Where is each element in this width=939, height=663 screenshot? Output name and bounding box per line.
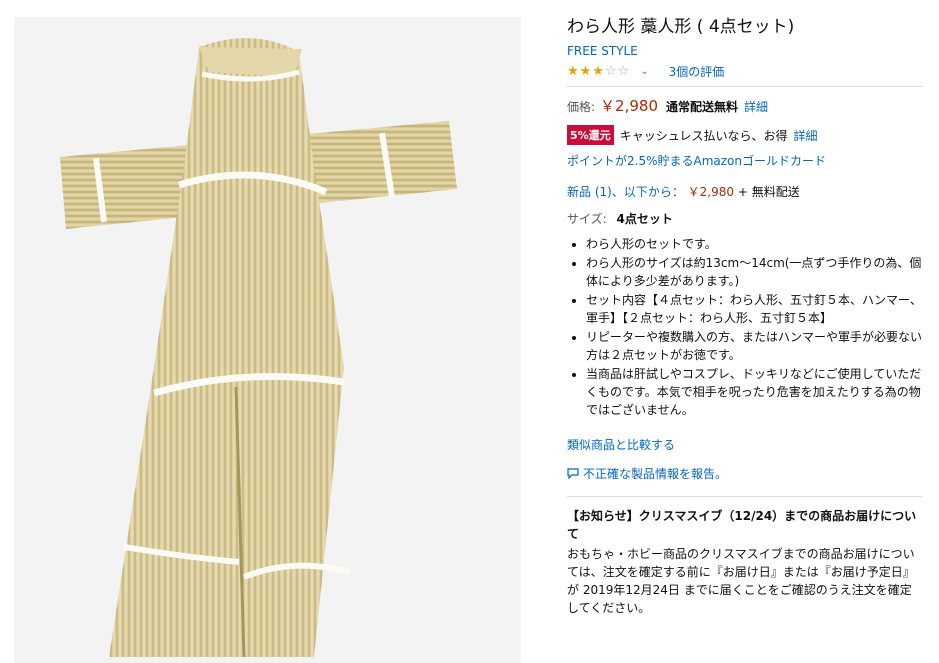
bullet-item: リピーターや複数購入の方、またはハンマーや軍手が必要ない方は２点セットがお徳です…	[586, 328, 923, 364]
star-rating[interactable]: ★★★☆☆	[567, 64, 630, 79]
bullet-item: 当商品は肝試しやコスプレ、ドッキリなどにご使用していただくものです。本気で相手を…	[586, 365, 923, 419]
bullet-item: わら人形のセットです。	[586, 235, 923, 253]
size-label: サイズ:	[567, 212, 607, 226]
christmas-notice: 【お知らせ】クリスマスイブ（12/24）までの商品お届けについて おもちゃ・ホビ…	[567, 496, 923, 617]
notice-title: 【お知らせ】クリスマスイブ（12/24）までの商品お届けについて	[567, 509, 917, 541]
bullet-item: セット内容【４点セット：わら人形、五寸釘５本、ハンマー、軍手】【２点セット：わら…	[586, 291, 923, 327]
promo-row: 5%還元 キャッシュレス払いなら、お得 詳細	[567, 125, 923, 145]
chevron-down-icon[interactable]: ⌄	[640, 66, 648, 77]
compare-similar-link[interactable]: 類似商品と比較する	[567, 436, 923, 453]
ratings-count-link[interactable]: 3個の評価	[669, 63, 725, 80]
filled-stars: ★★★	[567, 63, 605, 79]
feature-bullets: わら人形のセットです。 わら人形のサイズは約13cm～14cm(一点ずつ手作りの…	[567, 235, 923, 419]
empty-stars: ☆☆	[604, 63, 631, 79]
straw-doll-image	[14, 17, 521, 663]
price-label: 価格:	[567, 100, 596, 114]
gold-card-link[interactable]: ポイントが2.5%貯まるAmazonゴールドカード	[567, 152, 923, 169]
speech-bubble-icon	[567, 468, 579, 479]
shipping-details-link[interactable]: 詳細	[744, 98, 768, 115]
report-link[interactable]: 不正確な製品情報を報告。	[583, 465, 727, 482]
price-row: 価格: ￥2,980 通常配送無料 詳細	[567, 95, 923, 116]
cashback-badge: 5%還元	[567, 125, 614, 145]
offers-price: ￥2,980	[687, 185, 735, 199]
bullet-item: わら人形のサイズは約13cm～14cm(一点ずつ手作りの為、個体により多少差があ…	[586, 254, 923, 290]
offers-shipping: + 無料配送	[737, 185, 800, 199]
size-value: 4点セット	[616, 212, 673, 226]
promo-details-link[interactable]: 詳細	[793, 127, 817, 144]
product-image[interactable]	[14, 17, 521, 663]
product-details: わら人形 藁人形 ( 4点セット) FREE STYLE ★★★☆☆ ⌄ 3個の…	[567, 14, 923, 617]
brand-link[interactable]: FREE STYLE	[567, 44, 638, 58]
price-value: ￥2,980	[600, 97, 658, 115]
rating-row: ★★★☆☆ ⌄ 3個の評価	[567, 61, 923, 81]
product-title: わら人形 藁人形 ( 4点セット)	[567, 17, 795, 37]
free-shipping-label: 通常配送無料	[666, 100, 739, 114]
offers-row: 新品 (1)、以下から： ￥2,980 + 無料配送	[567, 183, 923, 200]
promo-text: キャッシュレス払いなら、お得	[619, 128, 788, 143]
report-row[interactable]: 不正確な製品情報を報告。	[567, 465, 923, 482]
notice-body: おもちゃ・ホビー商品のクリスマスイブまでの商品お届けについては、注文を確定する前…	[567, 547, 915, 615]
divider	[567, 86, 923, 87]
size-row: サイズ: 4点セット	[567, 210, 923, 227]
new-offers-link[interactable]: 新品 (1)、以下から：	[567, 185, 684, 199]
